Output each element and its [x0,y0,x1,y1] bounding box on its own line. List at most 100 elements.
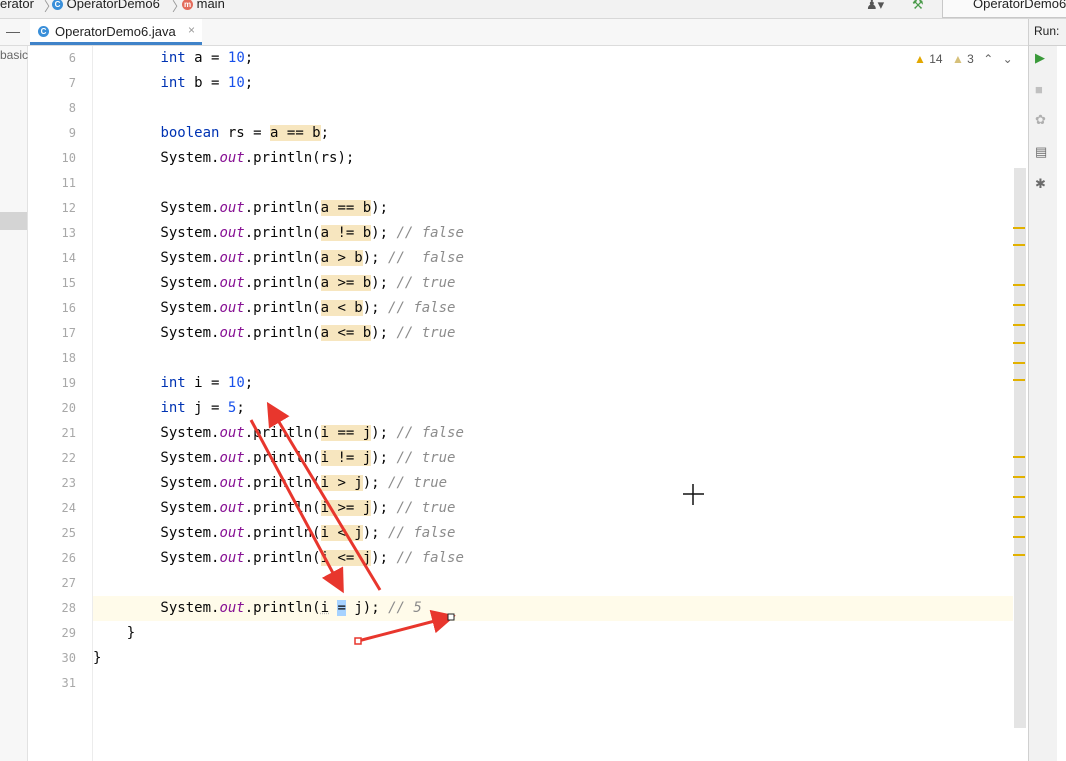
code-line[interactable]: boolean rs = a == b; [93,121,1013,146]
code-token: 10 [227,375,245,391]
code-line[interactable]: System.out.println(i <= j); // false [93,546,1013,571]
code-token: System. [93,425,220,441]
code-token: out [219,325,245,341]
code-token: System. [93,250,220,266]
play-icon[interactable]: ▶ [1035,50,1045,66]
stop-icon[interactable]: ■ [1035,82,1043,97]
debug-icon[interactable]: ✿ [1035,112,1046,128]
code-line[interactable]: System.out.println(a <= b); // true [93,321,1013,346]
code-token: i = [185,375,228,391]
close-icon[interactable]: × [188,23,195,37]
warning-stripe-mark[interactable] [1013,304,1025,306]
code-token: // false [396,425,464,441]
code-token: // true [396,325,456,341]
error-stripe[interactable] [1013,46,1027,761]
line-number: 29 [61,626,76,640]
code-line[interactable]: System.out.println(i != j); // true [93,446,1013,471]
code-line[interactable]: System.out.println(i == j); // false [93,421,1013,446]
line-number: 31 [61,676,76,690]
line-number: 20 [61,401,76,415]
code-token: out [219,550,245,566]
code-line[interactable]: System.out.println(a > b); // false [93,246,1013,271]
code-line[interactable]: System.out.println(i >= j); // true [93,496,1013,521]
warning-stripe-mark[interactable] [1013,324,1025,326]
code-token: i < j [320,525,363,541]
warning-stripe-mark[interactable] [1013,342,1025,344]
project-tree-label[interactable]: basic [0,48,28,62]
pin-icon[interactable]: ✱ [1035,176,1046,192]
warning-stripe-mark[interactable] [1013,456,1025,458]
breadcrumb-class[interactable]: C OperatorDemo6 [52,0,160,11]
code-token: .println( [244,550,321,566]
warning-stripe-mark[interactable] [1013,554,1025,556]
code-line[interactable]: int a = 10; [93,46,1013,71]
warning-stripe-mark[interactable] [1013,516,1025,518]
code-line[interactable] [93,171,1013,196]
code-line[interactable]: System.out.println(i > j); // true [93,471,1013,496]
warning-stripe-mark[interactable] [1013,476,1025,478]
project-tree-selection[interactable] [0,212,27,230]
run-configuration-label: OperatorDemo6 [973,0,1066,11]
code-editor[interactable]: int a = 10; int b = 10; boolean rs = a =… [93,46,1027,761]
code-line[interactable]: System.out.println(a < b); // false [93,296,1013,321]
code-line[interactable]: int b = 10; [93,71,1013,96]
line-number: 28 [61,601,76,615]
code-line[interactable] [93,671,1013,696]
code-token: a == b [270,125,321,141]
code-line[interactable]: int j = 5; [93,396,1013,421]
code-token: out [219,425,245,441]
code-line[interactable]: System.out.println(a >= b); // true [93,271,1013,296]
run-configuration-select[interactable]: OperatorDemo6 [942,0,1066,18]
warning-stripe-mark[interactable] [1013,362,1025,364]
hammer-icon[interactable]: ⚒ [912,0,924,13]
inspection-widget[interactable]: ▲ 14 ▲ 3 ⌃ ⌄ [914,52,1013,66]
line-number: 24 [61,501,76,515]
chevron-down-icon[interactable]: ⌄ [1003,52,1013,66]
code-line[interactable]: System.out.println(rs); [93,146,1013,171]
breadcrumb-method[interactable]: m main [182,0,225,11]
code-token: ); [371,325,397,341]
warning-stripe-mark[interactable] [1013,496,1025,498]
code-token: out [219,500,245,516]
code-token: int [160,50,186,66]
user-icon[interactable]: ♟▾ [866,0,884,13]
project-panel: basic [0,46,28,761]
code-line[interactable] [93,571,1013,596]
tab-operatordemo6[interactable]: C OperatorDemo6.java × [30,19,202,45]
code-line[interactable]: System.out.println(a != b); // false [93,221,1013,246]
warning-stripe-mark[interactable] [1013,536,1025,538]
breadcrumb-project[interactable]: erator [0,0,34,11]
code-token: ); [362,525,389,541]
line-number: 14 [61,251,76,265]
code-line[interactable] [93,96,1013,121]
layout-icon[interactable]: ▤ [1035,144,1047,160]
line-number: 8 [68,101,76,115]
breadcrumb-method-label: main [196,0,225,11]
line-number-gutter[interactable]: 6 7 8 9 10 11 12 13 14 15 16 17 18 19 20 21 22 23 24 25 26 27… [28,46,125,761]
code-token: = [337,600,346,616]
code-token: boolean [160,125,220,141]
code-token: out [219,300,245,316]
code-line[interactable]: System.out.println(a == b); [93,196,1013,221]
code-token: ); [371,275,397,291]
chevron-up-icon[interactable]: ⌃ [983,52,993,66]
code-line[interactable]: } [93,621,1013,646]
code-line[interactable]: } [93,646,1013,671]
code-token: // false [388,525,456,541]
code-line[interactable]: System.out.println(i < j); // false [93,521,1013,546]
weak-warning-count: 3 [967,52,974,66]
warning-stripe-mark[interactable] [1013,227,1025,229]
code-line-current[interactable]: System.out.println(i = j); // 5 [93,596,1013,621]
line-number: 27 [61,576,76,590]
code-line[interactable]: int i = 10; [93,371,1013,396]
code-token: ; [236,400,245,416]
code-token: // false [388,250,464,266]
class-icon: C [52,0,63,11]
warning-stripe-mark[interactable] [1013,284,1025,286]
code-line[interactable] [93,346,1013,371]
code-token: System. [93,550,220,566]
collapse-icon[interactable]: — [6,23,20,39]
warning-stripe-mark[interactable] [1013,379,1025,381]
warning-stripe-mark[interactable] [1013,244,1025,246]
